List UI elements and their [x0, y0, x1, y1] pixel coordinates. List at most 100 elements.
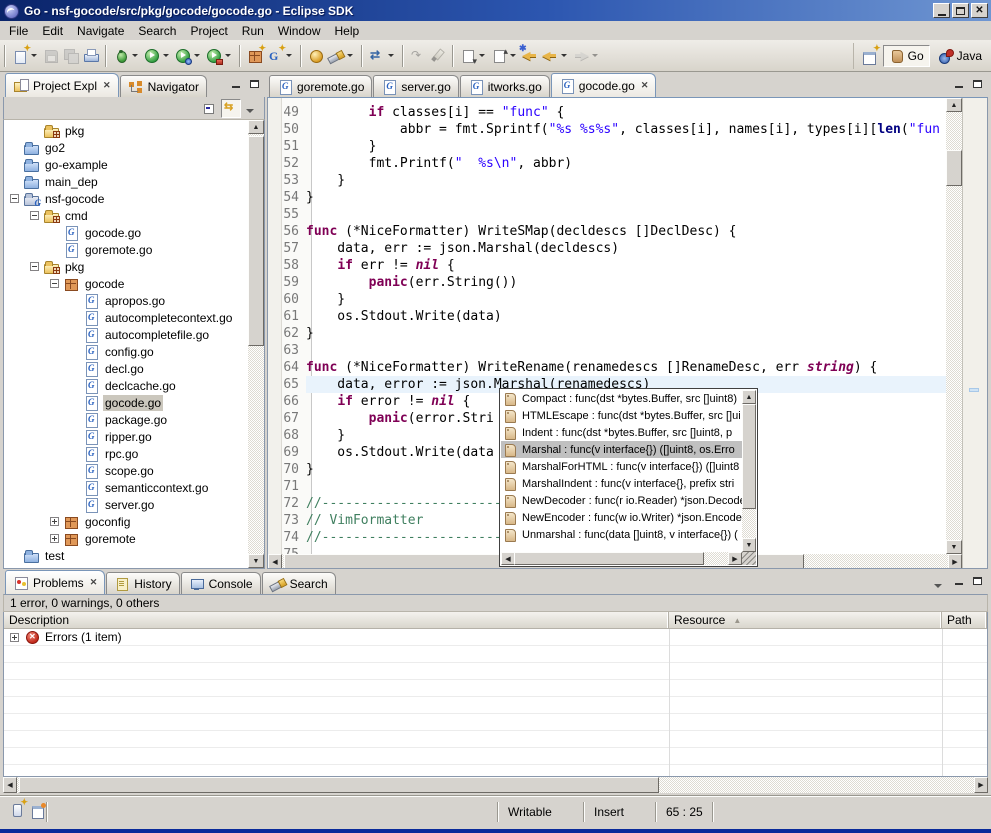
close-tab-icon[interactable]: ✕ — [641, 80, 649, 91]
new-wizard-button[interactable]: ✦ — [10, 44, 41, 68]
dropdown-arrow-icon[interactable] — [592, 54, 598, 57]
dropdown-arrow-icon[interactable] — [347, 54, 353, 57]
tree-item-test[interactable]: test — [4, 547, 247, 564]
code-line-64[interactable]: 64func (*NiceFormatter) WriteRename(rena… — [282, 359, 946, 376]
code-line-59[interactable]: 59 panic(err.String()) — [282, 274, 946, 291]
tree-item-cmd[interactable]: cmd — [4, 207, 247, 224]
code-line-62[interactable]: 62} — [282, 325, 946, 342]
explorer-scrollbar-down-button[interactable]: ▼ — [248, 554, 264, 568]
code-line-58[interactable]: 58 if err != nil { — [282, 257, 946, 274]
explorer-tab-project-expl[interactable]: Project Expl✕ — [5, 73, 119, 97]
tree-item-semanticcontext-go[interactable]: semanticcontext.go — [4, 479, 247, 496]
maximize-window-button[interactable] — [952, 3, 969, 18]
minimize-problems-button[interactable] — [950, 573, 968, 589]
minimize-editor-button[interactable] — [950, 76, 968, 92]
search-button[interactable] — [326, 44, 357, 68]
tree-item-scope-go[interactable]: scope.go — [4, 462, 247, 479]
code-line-50[interactable]: 50 abbr = fmt.Sprintf("%s %s%s", classes… — [282, 121, 946, 138]
popup-resize-grip[interactable] — [742, 552, 756, 565]
title-bar[interactable]: Go - nsf-gocode/src/pkg/gocode/gocode.go… — [0, 0, 991, 21]
problems-tab-search[interactable]: Search — [262, 572, 336, 594]
problems-hscroll-thumb[interactable] — [19, 777, 659, 793]
editor-vscroll-thumb[interactable] — [946, 150, 962, 186]
maximize-problems-button[interactable] — [968, 573, 986, 589]
overview-ruler[interactable] — [962, 98, 987, 569]
tree-item-go-example[interactable]: go-example — [4, 156, 247, 173]
editor-vscroll-up-button[interactable]: ▲ — [946, 98, 962, 112]
link-with-editor-button[interactable] — [221, 99, 241, 118]
code-line-57[interactable]: 57 data, err := json.Marshal(decldescs) — [282, 240, 946, 257]
close-tab-icon[interactable]: ✕ — [103, 80, 111, 91]
tree-item-go2[interactable]: go2 — [4, 139, 247, 156]
open-resource-button[interactable] — [306, 44, 326, 68]
editor-tab-server-go[interactable]: server.go — [373, 75, 458, 97]
code-line-63[interactable]: 63 — [282, 342, 946, 359]
debug-button[interactable] — [111, 44, 142, 68]
tree-item-nsf-gocode[interactable]: Gnsf-gocode — [4, 190, 247, 207]
tree-item-config-go[interactable]: config.go — [4, 343, 247, 360]
tree-item-declcache-go[interactable]: declcache.go — [4, 377, 247, 394]
problems-horizontal-scrollbar[interactable]: ◀▶ — [3, 777, 988, 793]
code-line-49[interactable]: 49 if classes[i] == "func" { — [282, 104, 946, 121]
overview-marker[interactable] — [969, 388, 979, 392]
expand-icon[interactable] — [50, 534, 59, 543]
explorer-scrollbar[interactable]: ▲▼ — [248, 120, 264, 568]
tree-item-goremote-go[interactable]: goremote.go — [4, 241, 247, 258]
menu-file[interactable]: File — [2, 22, 35, 40]
menu-edit[interactable]: Edit — [35, 22, 70, 40]
menu-navigate[interactable]: Navigate — [70, 22, 131, 40]
dropdown-arrow-icon[interactable] — [132, 54, 138, 57]
code-line-54[interactable]: 54} — [282, 189, 946, 206]
completion-item-marshalindent[interactable]: MarshalIndent : func(v interface{}, pref… — [501, 475, 742, 492]
maximize-view-button[interactable] — [245, 76, 263, 92]
dropdown-arrow-icon[interactable] — [561, 54, 567, 57]
tree-item-gocode[interactable]: gocode — [4, 275, 247, 292]
run-button[interactable] — [142, 44, 173, 68]
dropdown-arrow-icon[interactable] — [479, 54, 485, 57]
new-go-wizard-button[interactable]: ✦ — [265, 44, 296, 68]
completion-item-marshalforhtml[interactable]: MarshalForHTML : func(v interface{}) ([]… — [501, 458, 742, 475]
menu-project[interactable]: Project — [183, 22, 234, 40]
back-button[interactable] — [540, 44, 571, 68]
view-menu-button[interactable] — [242, 99, 262, 118]
open-perspective-button[interactable]: ✦ — [860, 44, 880, 68]
explorer-tab-navigator[interactable]: Navigator — [120, 75, 207, 97]
minimize-view-button[interactable] — [227, 76, 245, 92]
dropdown-arrow-icon[interactable] — [286, 54, 292, 57]
code-line-53[interactable]: 53 } — [282, 172, 946, 189]
column-header-description[interactable]: Description — [4, 612, 669, 628]
swap-arrows-button[interactable] — [367, 44, 398, 68]
expand-icon[interactable] — [50, 517, 59, 526]
forward-button[interactable] — [571, 44, 602, 68]
tree-item-package-go[interactable]: package.go — [4, 411, 247, 428]
dropdown-arrow-icon[interactable] — [510, 54, 516, 57]
code-line-51[interactable]: 51 } — [282, 138, 946, 155]
completion-item-compact[interactable]: Compact : func(dst *bytes.Buffer, src []… — [501, 390, 742, 407]
dropdown-arrow-icon[interactable] — [225, 54, 231, 57]
close-tab-icon[interactable]: ✕ — [90, 577, 98, 588]
problems-view-menu-button[interactable] — [930, 573, 950, 592]
tree-item-ripper-go[interactable]: ripper.go — [4, 428, 247, 445]
menu-window[interactable]: Window — [271, 22, 328, 40]
code-line-55[interactable]: 55 — [282, 206, 946, 223]
dropdown-arrow-icon[interactable] — [388, 54, 394, 57]
problems-tab-console[interactable]: Console — [181, 572, 261, 594]
problems-row-errors-1-item[interactable]: Errors (1 item) — [4, 629, 987, 646]
print-button[interactable] — [81, 44, 101, 68]
collapse-icon[interactable] — [10, 194, 19, 203]
expand-icon[interactable] — [10, 633, 19, 642]
popup-vscroll-down-button[interactable]: ▼ — [742, 538, 756, 552]
collapse-icon[interactable] — [50, 279, 59, 288]
popup-horizontal-scrollbar[interactable]: ◀▶ — [501, 552, 742, 565]
problems-tab-problems[interactable]: Problems✕ — [5, 570, 105, 594]
completion-item-newdecoder[interactable]: NewDecoder : func(r io.Reader) *json.Dec… — [501, 492, 742, 509]
curved-arrow-button[interactable] — [408, 44, 428, 68]
prev-annotation-button[interactable] — [489, 44, 520, 68]
completion-item-newencoder[interactable]: NewEncoder : func(w io.Writer) *json.Enc… — [501, 509, 742, 526]
editor-hscroll-left-button[interactable]: ◀ — [268, 554, 282, 569]
completion-item-htmlescape[interactable]: HTMLEscape : func(dst *bytes.Buffer, src… — [501, 407, 742, 424]
close-window-button[interactable]: ✕ — [971, 3, 988, 18]
column-header-resource[interactable]: Resource▲ — [669, 612, 942, 628]
collapse-all-button[interactable] — [200, 99, 220, 118]
maximize-editor-button[interactable] — [968, 76, 986, 92]
